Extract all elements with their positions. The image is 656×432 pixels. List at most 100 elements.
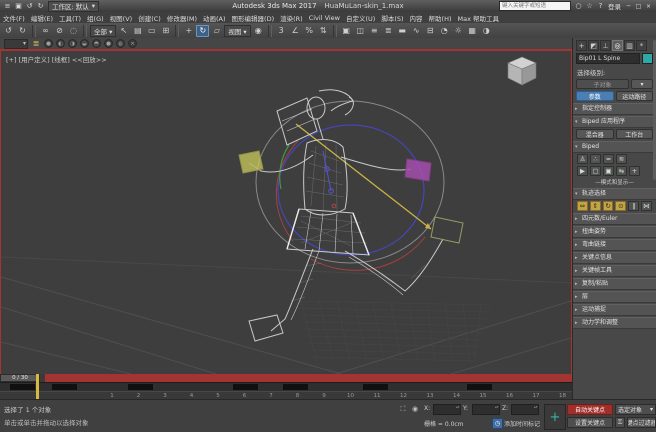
tab-hierarchy[interactable]: ⊥ [600,40,611,51]
menu-item[interactable]: 图形编辑器(D) [229,13,278,23]
rendered-frame-icon[interactable]: ▦ [466,25,479,37]
favorites-icon[interactable]: ☆ [585,2,594,11]
rollout-header[interactable]: 弯曲链接 [573,239,656,251]
tool-icon-1[interactable]: ● [44,39,53,48]
mixer-button[interactable]: 混合器 [576,129,614,139]
move-all-mode-icon[interactable]: + [629,166,640,176]
sub-object-dropdown[interactable]: ▾ [631,79,653,89]
symmetrical-icon[interactable]: ∥ [628,201,639,211]
reference-coordinate-dropdown[interactable]: 视图 ▾ [224,25,250,37]
schematic-view-icon[interactable]: ⊟ [424,25,437,37]
menu-item[interactable]: Civil View [306,14,343,22]
motion-flow-mode-icon[interactable]: ≈ [603,154,614,164]
tab-display[interactable]: ▥ [624,40,635,51]
mirror-icon[interactable]: ◫ [354,25,367,37]
redo-icon[interactable]: ↻ [36,2,45,11]
keyframe-marker[interactable] [128,384,153,390]
keyframe-marker[interactable] [233,384,258,390]
maximize-button[interactable]: □ [634,2,643,11]
menu-item[interactable]: 修改器(M) [164,13,200,23]
select-link-icon[interactable]: ∞ [39,25,52,37]
sub-object-button[interactable]: 子对象 [576,79,629,89]
motion-paths-button[interactable]: 运动路径 [616,91,654,101]
percent-snap-icon[interactable]: % [303,25,316,37]
rollout-track-selection[interactable]: 轨迹选择 [573,188,656,200]
selection-lock-icon[interactable]: ◉ [410,404,420,414]
menu-item[interactable]: 渲染(R) [277,13,306,23]
use-pivot-center-icon[interactable]: ◉ [252,25,265,37]
window-crossing-icon[interactable]: ⊞ [159,25,172,37]
set-key-mode-button[interactable]: 设置关键点 [567,417,613,428]
curve-editor-icon[interactable]: ∿ [410,25,423,37]
footstep-mode-icon[interactable]: ∴ [590,154,601,164]
auto-key-button[interactable]: 自动关键点 [567,404,613,415]
object-name-field[interactable]: Bip01 L Spine [576,53,640,64]
infocenter-search-input[interactable] [499,1,571,11]
unlink-selection-icon[interactable]: ⊘ [53,25,66,37]
menu-item[interactable]: 组(G) [84,13,107,23]
biped-playback-icon[interactable]: ▶ [577,166,588,176]
tab-modify[interactable]: ◩ [588,40,599,51]
current-frame-display[interactable]: 0 / 30 [0,374,40,382]
tool-icon-6[interactable]: ● [104,39,113,48]
convert-icon[interactable]: ⇆ [616,166,627,176]
wireframe-character[interactable] [239,90,463,341]
rollout-biped[interactable]: Biped [573,141,656,153]
rollout-header[interactable]: 复制/粘贴 [573,278,656,290]
y-coordinate-field[interactable] [472,404,500,415]
spinner-snap-icon[interactable]: ⇅ [317,25,330,37]
figure-mode-icon[interactable]: ♙ [577,154,588,164]
help-icon[interactable]: ? [596,2,605,11]
menu-item[interactable]: 文件(F) [0,13,28,23]
menu-item[interactable]: 视图(V) [107,13,136,23]
rollout-assign-controller[interactable]: 指定控制器 [573,103,656,115]
key-filters-button[interactable]: 关键点过滤器... [627,417,656,428]
tool-icon-5[interactable]: ◓ [92,39,101,48]
parameters-button[interactable]: 参数 [576,91,614,101]
viewport-canvas[interactable] [1,51,571,374]
bind-spacewarp-icon[interactable]: ◌ [67,25,80,37]
menu-item[interactable]: 动画(A) [200,13,229,23]
menu-item[interactable]: 内容 [407,13,426,23]
rollout-header[interactable]: 扭曲姿势 [573,226,656,238]
rollout-header[interactable]: 层 [573,291,656,303]
app-menu-icon[interactable]: ≡ [3,2,12,11]
selected-filter-dropdown[interactable]: 选定对象▾ [615,404,656,415]
menu-item[interactable]: 自定义(U) [343,13,378,23]
tab-motion[interactable]: ◎ [612,40,623,51]
keyframe-marker[interactable] [363,384,388,390]
angle-snap-icon[interactable]: ∠ [289,25,302,37]
object-color-swatch[interactable] [642,53,653,64]
tool-icon-4[interactable]: ◒ [80,39,89,48]
body-horizontal-icon[interactable]: ⇔ [577,201,588,211]
keyframe-marker[interactable] [52,384,77,390]
tool-icon-3[interactable]: ◑ [68,39,77,48]
material-editor-icon[interactable]: ◔ [438,25,451,37]
ribbon-toggle-icon[interactable]: ▬ [396,25,409,37]
close-button[interactable]: × [644,2,653,11]
viewport-label[interactable]: [+] [用户定义] [线框] <<回放>> [6,54,107,64]
tool-icon-8[interactable]: × [128,39,137,48]
menu-item[interactable]: 编辑(E) [28,13,56,23]
menu-item[interactable]: 工具(T) [56,13,84,23]
selection-filter-dropdown[interactable]: 全部 ▾ [90,25,116,37]
time-slider-handle[interactable] [36,374,39,399]
layer-stack-icon[interactable]: ≣ [31,39,41,48]
select-move-icon[interactable]: + [182,25,195,37]
keyframe-marker[interactable] [10,384,35,390]
keyframe-marker[interactable] [283,384,308,390]
search-icon[interactable]: ○ [574,2,583,11]
body-vertical-icon[interactable]: ⇕ [590,201,601,211]
body-rotation-icon[interactable]: ↻ [603,201,614,211]
z-coordinate-field[interactable] [511,404,539,415]
key-mode-icon[interactable]: ⚿ [615,417,625,428]
opposite-icon[interactable]: ⋈ [641,201,652,211]
rollout-header[interactable]: 关键点信息 [573,252,656,264]
workspace-dropdown[interactable]: 工作区: 默认▾ [48,1,99,12]
load-file-icon[interactable]: ▢ [590,166,601,176]
rollout-header[interactable]: 运动捕捉 [573,304,656,316]
add-time-tag[interactable]: 添加时间标记 [504,419,540,428]
save-icon[interactable]: ▣ [14,2,23,11]
mixer-mode-icon[interactable]: ≋ [616,154,627,164]
workbench-button[interactable]: 工作台 [616,129,654,139]
